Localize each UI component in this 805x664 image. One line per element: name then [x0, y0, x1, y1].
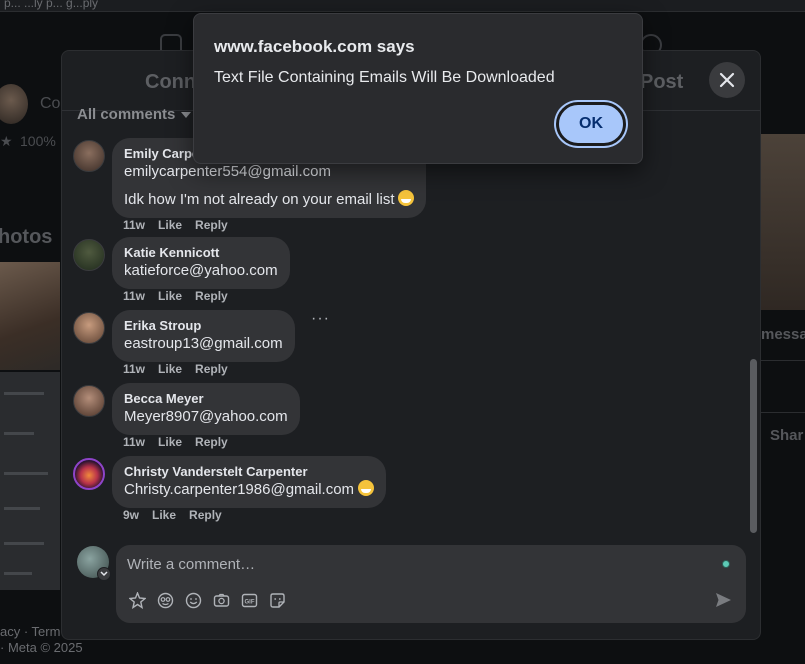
scrollbar-thumb[interactable]	[750, 359, 757, 533]
comment-text: Meyer8907@yahoo.com	[124, 408, 288, 425]
camera-icon[interactable]	[212, 591, 230, 609]
like-button[interactable]: Like	[158, 289, 182, 303]
alert-message: Text File Containing Emails Will Be Down…	[214, 69, 555, 86]
comment-time[interactable]: 11w	[123, 362, 145, 376]
comment-bubble: Erika Stroup eastroup13@gmail.com	[112, 310, 295, 362]
avatar[interactable]	[73, 239, 105, 271]
dialog-title-post: Post	[640, 71, 684, 93]
comment-actions: 11w Like Reply	[123, 435, 241, 449]
comment-time[interactable]: 11w	[123, 435, 145, 449]
comment-bubble: Christy Vanderstelt Carpenter Christy.ca…	[112, 456, 387, 508]
sticker-icon[interactable]	[268, 591, 286, 609]
smiley-icon[interactable]	[184, 591, 202, 609]
caret-down-icon	[181, 111, 192, 118]
divider	[761, 360, 805, 361]
composer-toolbar: GIF	[128, 591, 286, 609]
reply-button[interactable]: Reply	[195, 289, 228, 303]
alert-dialog: www.facebook.com says Text File Containi…	[193, 13, 643, 164]
divider	[761, 412, 805, 413]
emoji-face-icon[interactable]	[156, 591, 174, 609]
close-button[interactable]	[709, 62, 745, 98]
like-button[interactable]: Like	[158, 362, 182, 376]
more-options-icon[interactable]: ···	[311, 310, 330, 328]
comment-actions: 11w Like Reply	[123, 289, 241, 303]
comment-filter-label: All comments	[77, 106, 176, 123]
star-icon: ★	[0, 133, 13, 149]
reply-button[interactable]: Reply	[189, 508, 222, 522]
commenter-name[interactable]: Christy Vanderstelt Carpenter	[124, 463, 374, 480]
bg-right-photo	[761, 134, 805, 310]
avatar[interactable]	[73, 385, 105, 417]
footer-links: acy · Term	[0, 624, 61, 639]
comment-text: katieforce@yahoo.com	[124, 262, 278, 279]
send-icon	[715, 593, 731, 607]
comment-text: Christy.carpenter1986@gmail.com	[124, 480, 375, 500]
gif-icon[interactable]: GIF	[240, 591, 258, 609]
alert-title: www.facebook.com says	[214, 37, 415, 56]
comment-text: Idk how I'm not already on your email li…	[124, 190, 415, 210]
dialog-title: Conn	[145, 71, 197, 93]
comment-text: emilycarpenter554@gmail.com	[124, 163, 331, 180]
photos-heading: hotos	[0, 226, 53, 248]
comment-filter[interactable]: All comments	[77, 106, 192, 123]
status-dot	[722, 560, 730, 568]
reply-button[interactable]: Reply	[195, 435, 228, 449]
comment-actions: 11w Like Reply	[123, 218, 241, 232]
browser-topbar: p... ...ly p... g...ply	[0, 0, 805, 12]
comment-bubble: Becca Meyer Meyer8907@yahoo.com	[112, 383, 300, 435]
comment-composer: GIF	[116, 545, 746, 623]
like-button[interactable]: Like	[158, 218, 182, 232]
commenter-name[interactable]: Becca Meyer	[124, 390, 288, 407]
rating-percent: 100%	[20, 133, 56, 149]
footer-copyright: · Meta © 2025	[0, 640, 83, 655]
topbar-text: p... ...ly p... g...ply	[4, 0, 99, 10]
like-button[interactable]: Like	[152, 508, 176, 522]
svg-text:GIF: GIF	[244, 599, 254, 605]
ok-button[interactable]: OK	[556, 102, 626, 146]
bg-photo	[0, 262, 60, 370]
page-name-fragment: Co	[40, 95, 61, 112]
comment-time[interactable]: 9w	[123, 508, 139, 522]
comment-actions: 11w Like Reply	[123, 362, 241, 376]
bg-photo-document	[0, 372, 60, 590]
like-button[interactable]: Like	[158, 435, 182, 449]
commenter-name[interactable]: Katie Kennicott	[124, 244, 278, 261]
close-icon	[719, 72, 735, 88]
comment-text: eastroup13@gmail.com	[124, 335, 283, 352]
reply-button[interactable]: Reply	[195, 362, 228, 376]
comment-time[interactable]: 11w	[123, 289, 145, 303]
grinning-squinting-emoji	[398, 190, 415, 206]
comment-input[interactable]	[127, 553, 687, 575]
avatar[interactable]	[73, 140, 105, 172]
comment-actions: 9w Like Reply	[123, 508, 235, 522]
commenter-name[interactable]: Erika Stroup	[124, 317, 283, 334]
send-button[interactable]	[712, 589, 734, 611]
avatar[interactable]	[73, 458, 105, 490]
avatar[interactable]	[73, 312, 105, 344]
page-avatar	[0, 84, 28, 124]
share-fragment: Shar	[770, 427, 804, 444]
message-fragment: messa	[761, 326, 805, 343]
reply-button[interactable]: Reply	[195, 218, 228, 232]
comment-bubble: Katie Kennicott katieforce@yahoo.com	[112, 237, 290, 289]
chevron-down-icon[interactable]	[97, 567, 111, 581]
comment-time[interactable]: 11w	[123, 218, 145, 232]
avatar-sticker-icon[interactable]	[128, 591, 146, 609]
grinning-emoji	[358, 480, 375, 496]
